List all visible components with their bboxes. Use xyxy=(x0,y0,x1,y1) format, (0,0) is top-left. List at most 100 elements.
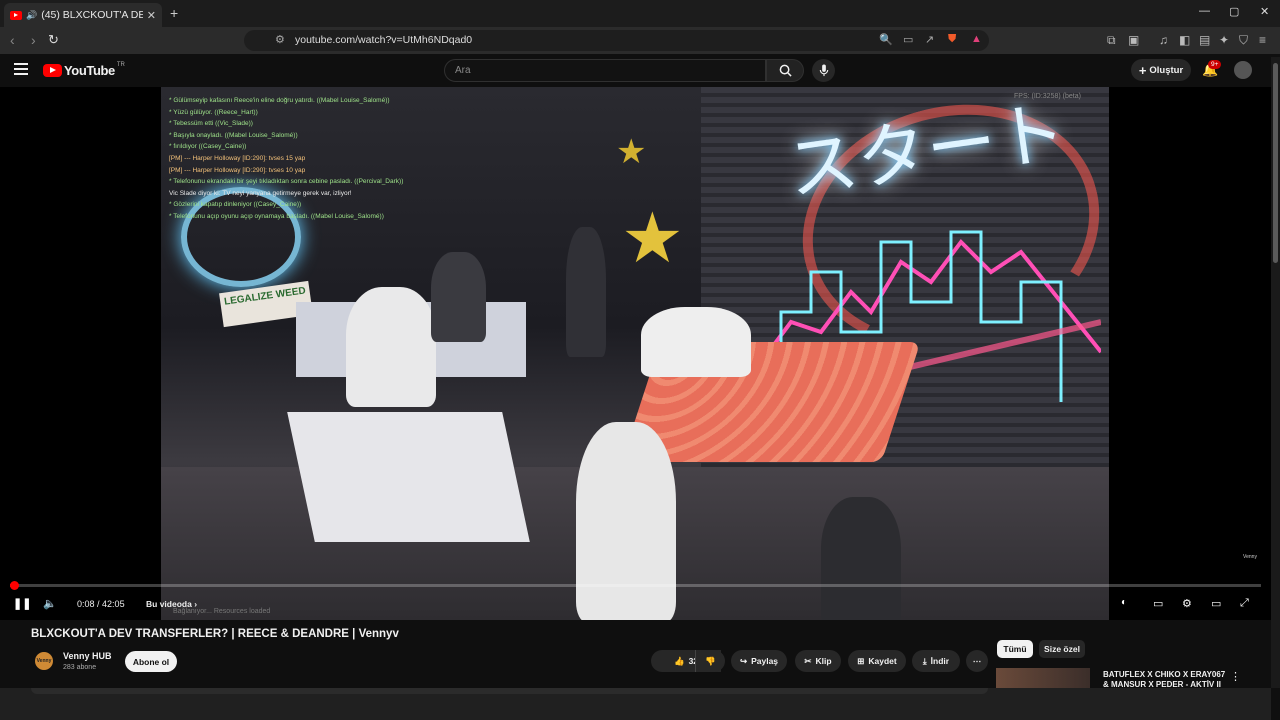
star-decoration: ★ xyxy=(616,133,647,171)
tab-search-icon[interactable]: ▣ xyxy=(1128,33,1139,47)
game-chat-log: * Gülümseyip kafasını Reece'in eline doğ… xyxy=(169,95,403,223)
create-label: Oluştur xyxy=(1149,64,1184,76)
fullscreen-icon[interactable]: ⤢ xyxy=(1240,597,1249,610)
video-title: BLXCKOUT'A DEV TRANSFERLER? | REECE & DE… xyxy=(31,628,399,640)
chat-line: [PM] --- Harper Holloway [ID:290]: tvses… xyxy=(169,166,306,174)
description-box-edge[interactable] xyxy=(31,688,988,694)
youtube-logo[interactable]: YouTube TR xyxy=(43,61,125,78)
subscribe-button[interactable]: Abone ol xyxy=(125,651,177,672)
share-button[interactable]: ↪ Paylaş xyxy=(731,650,787,672)
chat-line: * Telefonunu açıp oyunu açıp oynamaya ba… xyxy=(169,212,384,220)
chat-line: Vic Slade diyor ki: TV neyi yanyana geti… xyxy=(169,189,352,197)
search-input[interactable]: Ara xyxy=(444,59,766,82)
star-decoration: ★ xyxy=(621,199,684,277)
time-separator: / xyxy=(94,599,103,609)
pause-icon[interactable]: ❚❚ xyxy=(13,597,31,610)
progress-bar[interactable] xyxy=(10,581,1261,590)
new-tab-button[interactable]: + xyxy=(170,5,178,21)
vpn-icon[interactable]: ⛉ xyxy=(1239,33,1248,48)
speaker-icon[interactable]: 🔊 xyxy=(26,10,37,21)
more-actions-button[interactable]: ⋯ xyxy=(966,650,988,672)
youtube-header: YouTube TR Ara + Oluştur 🔔 9+ xyxy=(0,54,1280,87)
chip-all[interactable]: Tümü xyxy=(997,640,1033,658)
share-page-icon[interactable]: ↗ xyxy=(925,33,934,46)
cast-icon[interactable]: ▭ xyxy=(903,33,913,46)
voice-search-button[interactable] xyxy=(812,59,835,82)
search-button[interactable] xyxy=(766,59,804,82)
table xyxy=(287,412,530,542)
chat-line: * Telefonunu ekrandaki bir şeyi tıkladık… xyxy=(169,178,404,186)
sidebar-icon[interactable]: ◧ xyxy=(1179,33,1190,47)
browser-toolbar: ‹ › ↻ 🔖 ⚙ youtube.com/watch?v=UtMh6NDqad… xyxy=(0,27,1280,54)
more-icon: ⋯ xyxy=(972,655,982,666)
browser-tab[interactable]: 🔊 (45) BLXCKOUT'A DEV TRANS ✕ xyxy=(4,3,162,27)
chat-line: * fırıldıyor ((Casey_Caine)) xyxy=(169,143,247,151)
channel-name[interactable]: Venny HUB xyxy=(63,651,112,661)
time-display: 0:08 / 42:05 xyxy=(77,599,125,609)
menu-icon[interactable]: ≡ xyxy=(1259,33,1266,47)
settings-gear-icon[interactable]: ⚙ xyxy=(1182,597,1192,610)
minimize-button[interactable]: — xyxy=(1199,5,1210,17)
zoom-icon[interactable]: 🔍 xyxy=(879,33,893,46)
save-button[interactable]: ⊞ Kaydet xyxy=(848,650,906,672)
autoplay-toggle-icon[interactable]: ◐ xyxy=(1121,597,1127,608)
video-player[interactable]: スタート LEGALIZE WEED ★ ★ * Gülümseyip kafa… xyxy=(0,87,1271,620)
plus-icon: + xyxy=(1138,62,1147,78)
recommended-title[interactable]: BATUFLEX X CHIKO X ERAY067 & MANSUR X PE… xyxy=(1103,670,1228,690)
tab-close-icon[interactable]: ✕ xyxy=(147,9,156,22)
forward-icon[interactable]: › xyxy=(31,32,36,48)
game-overlay-info: FPS: (ID:3258) (beta) xyxy=(1014,93,1081,100)
volume-icon[interactable]: 🔈 xyxy=(43,597,57,610)
theater-mode-icon[interactable]: ▭ xyxy=(1211,597,1221,610)
reload-icon[interactable]: ↻ xyxy=(48,32,59,48)
leo-ai-icon[interactable]: ✦ xyxy=(1219,33,1229,47)
site-info-icon[interactable]: ⚙ xyxy=(275,33,285,46)
character xyxy=(566,227,606,357)
download-icon: ⤓ xyxy=(922,655,927,666)
country-code: TR xyxy=(116,61,125,68)
close-window-button[interactable]: ✕ xyxy=(1260,5,1269,18)
clip-button[interactable]: ✂ Klip xyxy=(795,650,841,672)
download-label: İndir xyxy=(930,656,950,666)
url-text: youtube.com/watch?v=UtMh6NDqad0 xyxy=(295,34,473,46)
search-icon xyxy=(779,64,792,77)
wallet-icon[interactable]: ▤ xyxy=(1199,33,1210,47)
chat-line: * Gülümseyip kafasını Reece'in eline doğ… xyxy=(169,97,390,104)
address-bar[interactable]: ⚙ youtube.com/watch?v=UtMh6NDqad0 🔍 ▭ ↗ … xyxy=(244,30,989,51)
thumbs-down-icon: 👎 xyxy=(705,655,716,666)
channel-avatar[interactable]: Venny xyxy=(35,652,53,670)
subtitles-icon[interactable]: ▭ xyxy=(1153,597,1163,610)
scrollbar-thumb[interactable] xyxy=(1273,63,1278,263)
download-button[interactable]: ⤓ İndir xyxy=(912,650,960,672)
brave-shield-icon[interactable]: ⛊ xyxy=(948,33,956,46)
tab-title: (45) BLXCKOUT'A DEV TRANS xyxy=(41,9,143,21)
brave-rewards-icon[interactable]: ▲ xyxy=(971,33,982,45)
hamburger-menu-icon[interactable] xyxy=(14,63,28,75)
save-playlist-icon: ⊞ xyxy=(857,655,865,666)
player-controls: ❚❚ 🔈 0:08 / 42:05 Bu videoda › Bağlanıyo… xyxy=(0,580,1271,620)
channel-watermark[interactable]: Venny xyxy=(1242,554,1258,570)
progress-scrubber[interactable] xyxy=(10,581,19,590)
chat-line: * Başıyla onayladı. ((Mabel Louise_Salom… xyxy=(169,131,298,139)
chat-line: * Gözlerini kapatıp dinleniyor ((Casey_C… xyxy=(169,201,302,209)
dislike-button[interactable]: 👎 xyxy=(695,650,725,672)
create-button[interactable]: + Oluştur xyxy=(1131,59,1191,81)
music-icon[interactable]: ♫ xyxy=(1159,33,1168,47)
chip-for-you[interactable]: Size özel xyxy=(1039,640,1085,658)
back-icon[interactable]: ‹ xyxy=(10,32,15,48)
account-avatar[interactable] xyxy=(1234,61,1252,79)
time-current: 0:08 xyxy=(77,599,95,609)
page-scrollbar[interactable] xyxy=(1271,57,1280,688)
bottom-area xyxy=(0,688,1271,720)
recommended-thumbnail[interactable] xyxy=(996,668,1090,690)
extensions-icon[interactable]: ⧉ xyxy=(1107,33,1116,48)
youtube-play-icon xyxy=(43,64,62,77)
maximize-button[interactable]: ▢ xyxy=(1229,5,1239,18)
recommended-more-icon[interactable]: ⋮ xyxy=(1230,670,1241,683)
chat-line: * Tebessüm etti ((Vic_Slade)) xyxy=(169,120,253,128)
share-label: Paylaş xyxy=(751,656,779,666)
character xyxy=(431,252,486,342)
chat-line: * Yüzü gülüyor. ((Reece_Hart)) xyxy=(169,108,258,116)
character xyxy=(641,307,751,377)
thumbs-up-icon: 👍 xyxy=(673,655,685,666)
